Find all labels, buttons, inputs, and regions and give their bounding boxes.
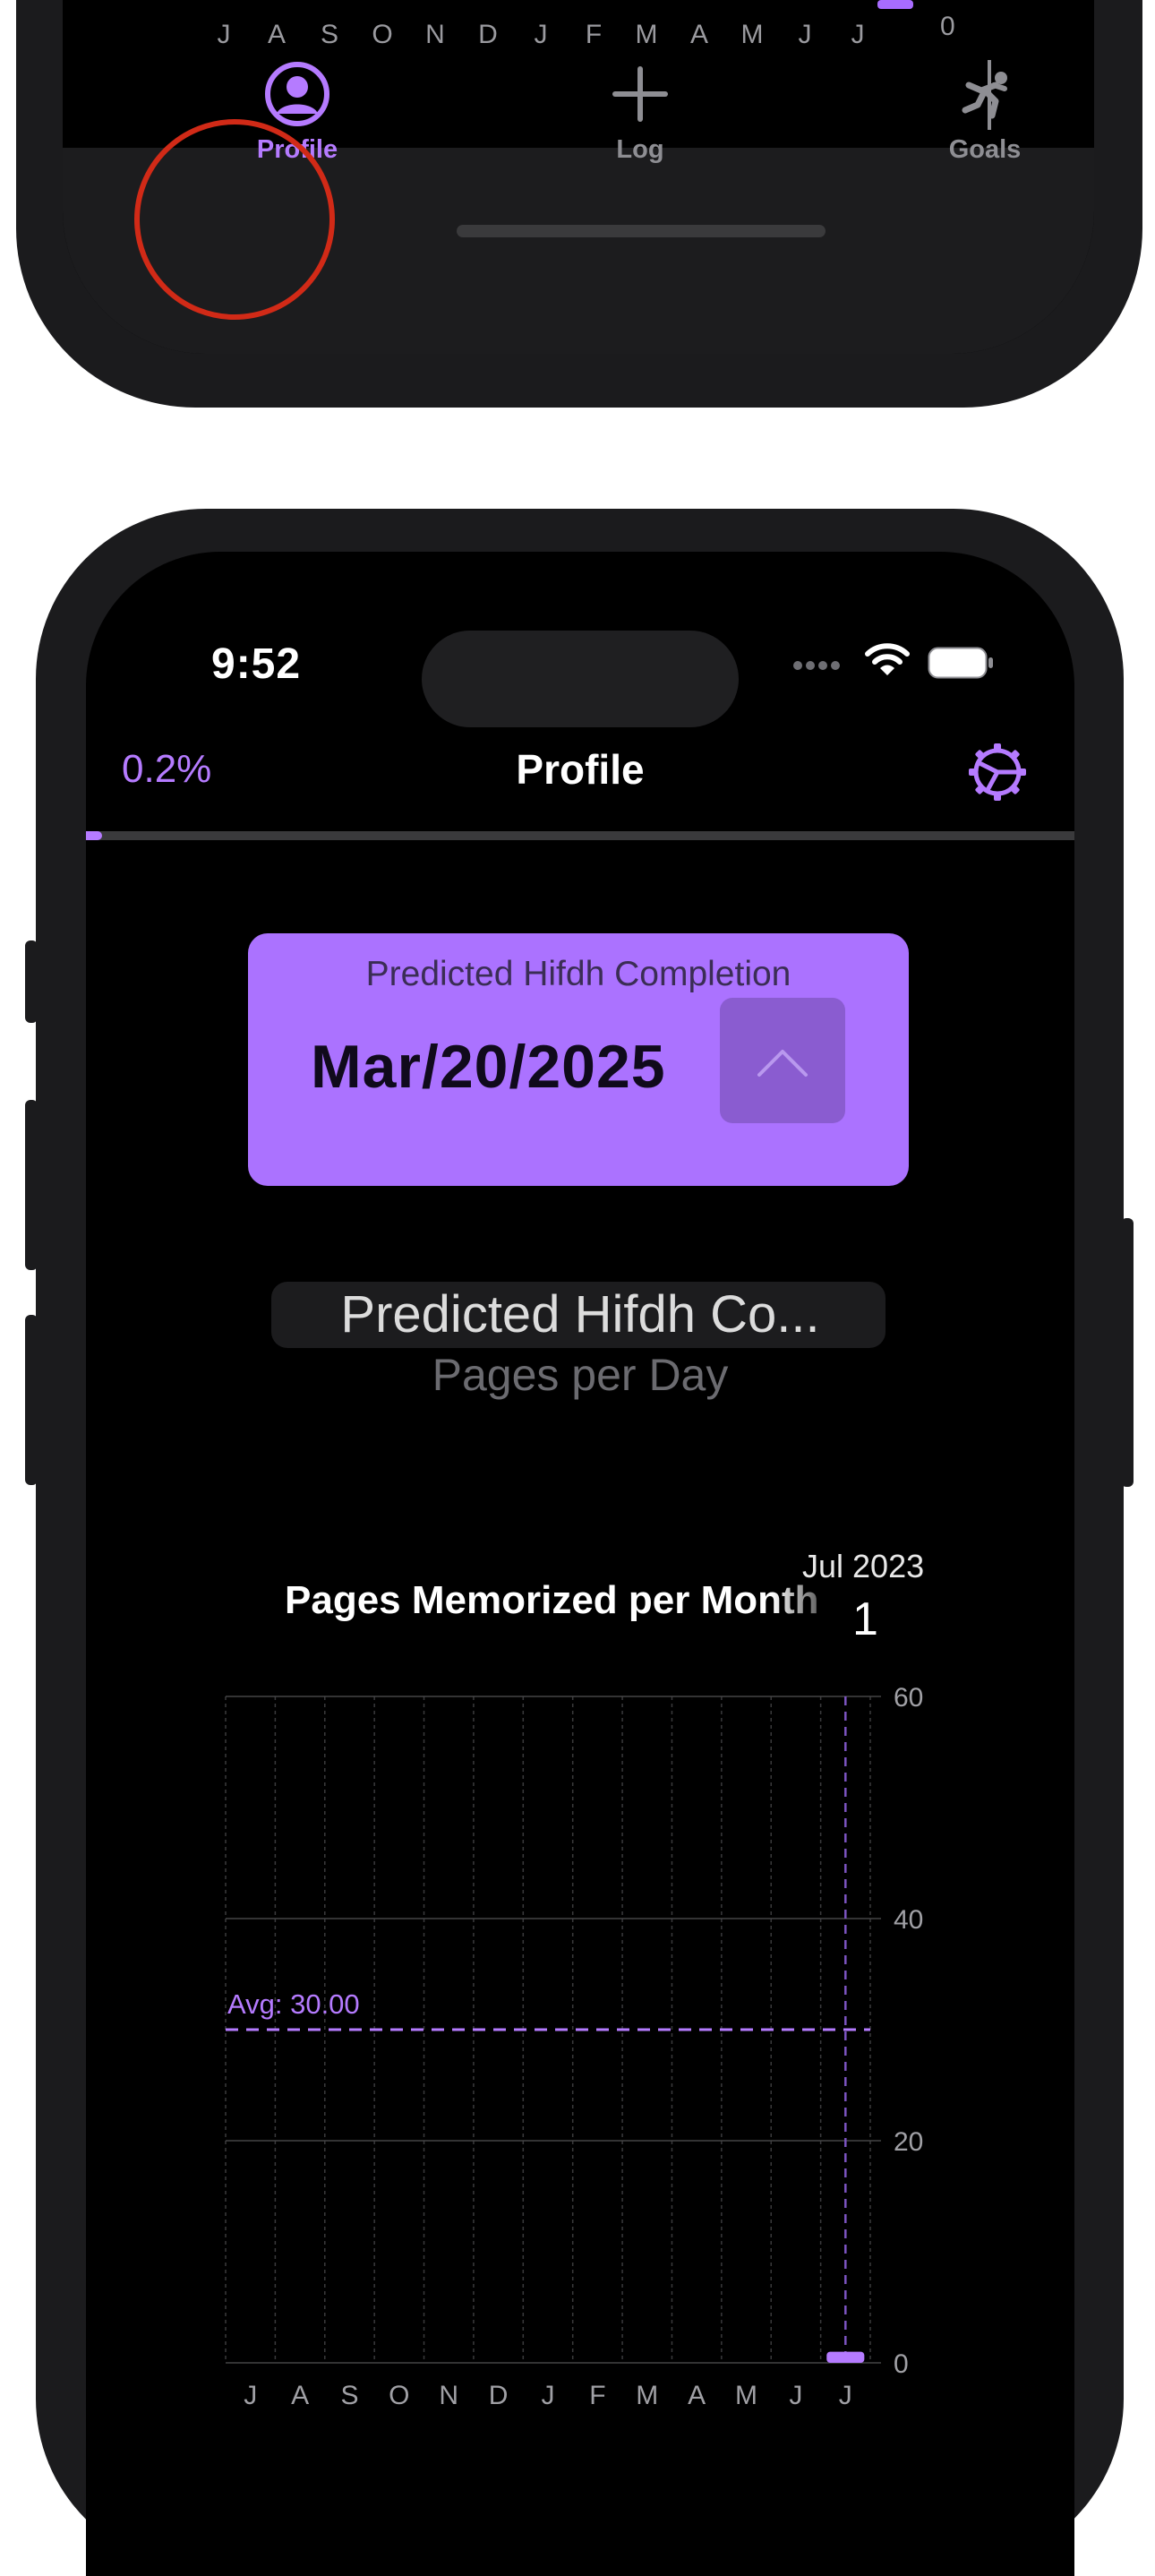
top-x-tick-label: M [635,20,658,49]
chart-y-tick-label: 20 [894,2127,923,2157]
chart-x-tick-label: J [839,2381,852,2410]
chart-bar [826,2351,865,2363]
top-x-tick-label: J [217,20,231,49]
top-x-tick-label: A [267,20,287,49]
chart-x-tick-label: J [789,2381,802,2410]
tab-goals-label: Goals [948,135,1022,164]
top-x-tick-label: D [478,20,498,49]
top-x-tick-label: J [851,20,865,49]
phone-frame: 9:52 0.2% Profile Predicted Hifdh Comple… [36,509,1124,2576]
top-x-tick-label: A [689,20,709,49]
climber-icon [962,60,1007,130]
top-chart-bar [877,0,913,9]
top-x-tick-label: O [372,20,393,49]
chart-x-tick-label: S [340,2381,358,2410]
chart-x-tick-label: O [389,2381,409,2410]
top-chart-x-axis: JASONDJFMAMJJ [218,20,940,56]
chart-average-label: Avg: 30.00 [227,1988,360,2020]
profile-screen: 9:52 0.2% Profile Predicted Hifdh Comple… [86,552,1074,2576]
chart-x-tick-label: A [688,2381,706,2410]
tab-log[interactable]: Log [551,58,730,165]
top-x-tick-label: F [585,20,603,49]
top-x-tick-label: J [534,20,548,49]
top-chart-zero-label: 0 [940,12,955,41]
chart-y-tick-label: 60 [894,1683,923,1713]
plus-icon [612,66,668,122]
person-circle-icon [265,62,329,126]
chart-y-tick-label: 0 [894,2349,909,2379]
chart-x-tick-label: D [489,2381,509,2410]
home-indicator [457,225,826,237]
chart-x-tick-label: J [542,2381,555,2410]
chart-x-tick-label: M [636,2381,658,2410]
pages-per-month-chart[interactable]: 0204060Avg: 30.00J A S O N D J F M A M J J [86,552,1074,2576]
top-x-tick-label: J [798,20,812,49]
chart-x-tick-label: F [589,2381,605,2410]
tab-goals[interactable]: Goals [895,58,1074,165]
top-x-tick-label: S [320,20,339,49]
tab-log-label: Log [616,135,664,164]
chart-y-tick-label: 40 [894,1905,923,1935]
profile-tab-highlight-ring [134,119,335,320]
chart-x-tick-label: J [244,2381,257,2410]
top-x-tick-label: N [425,20,445,49]
chart-x-tick-label: N [439,2381,458,2410]
top-x-tick-label: M [740,20,764,49]
chart-x-tick-label: A [291,2381,309,2410]
chart-x-tick-label: M [735,2381,757,2410]
